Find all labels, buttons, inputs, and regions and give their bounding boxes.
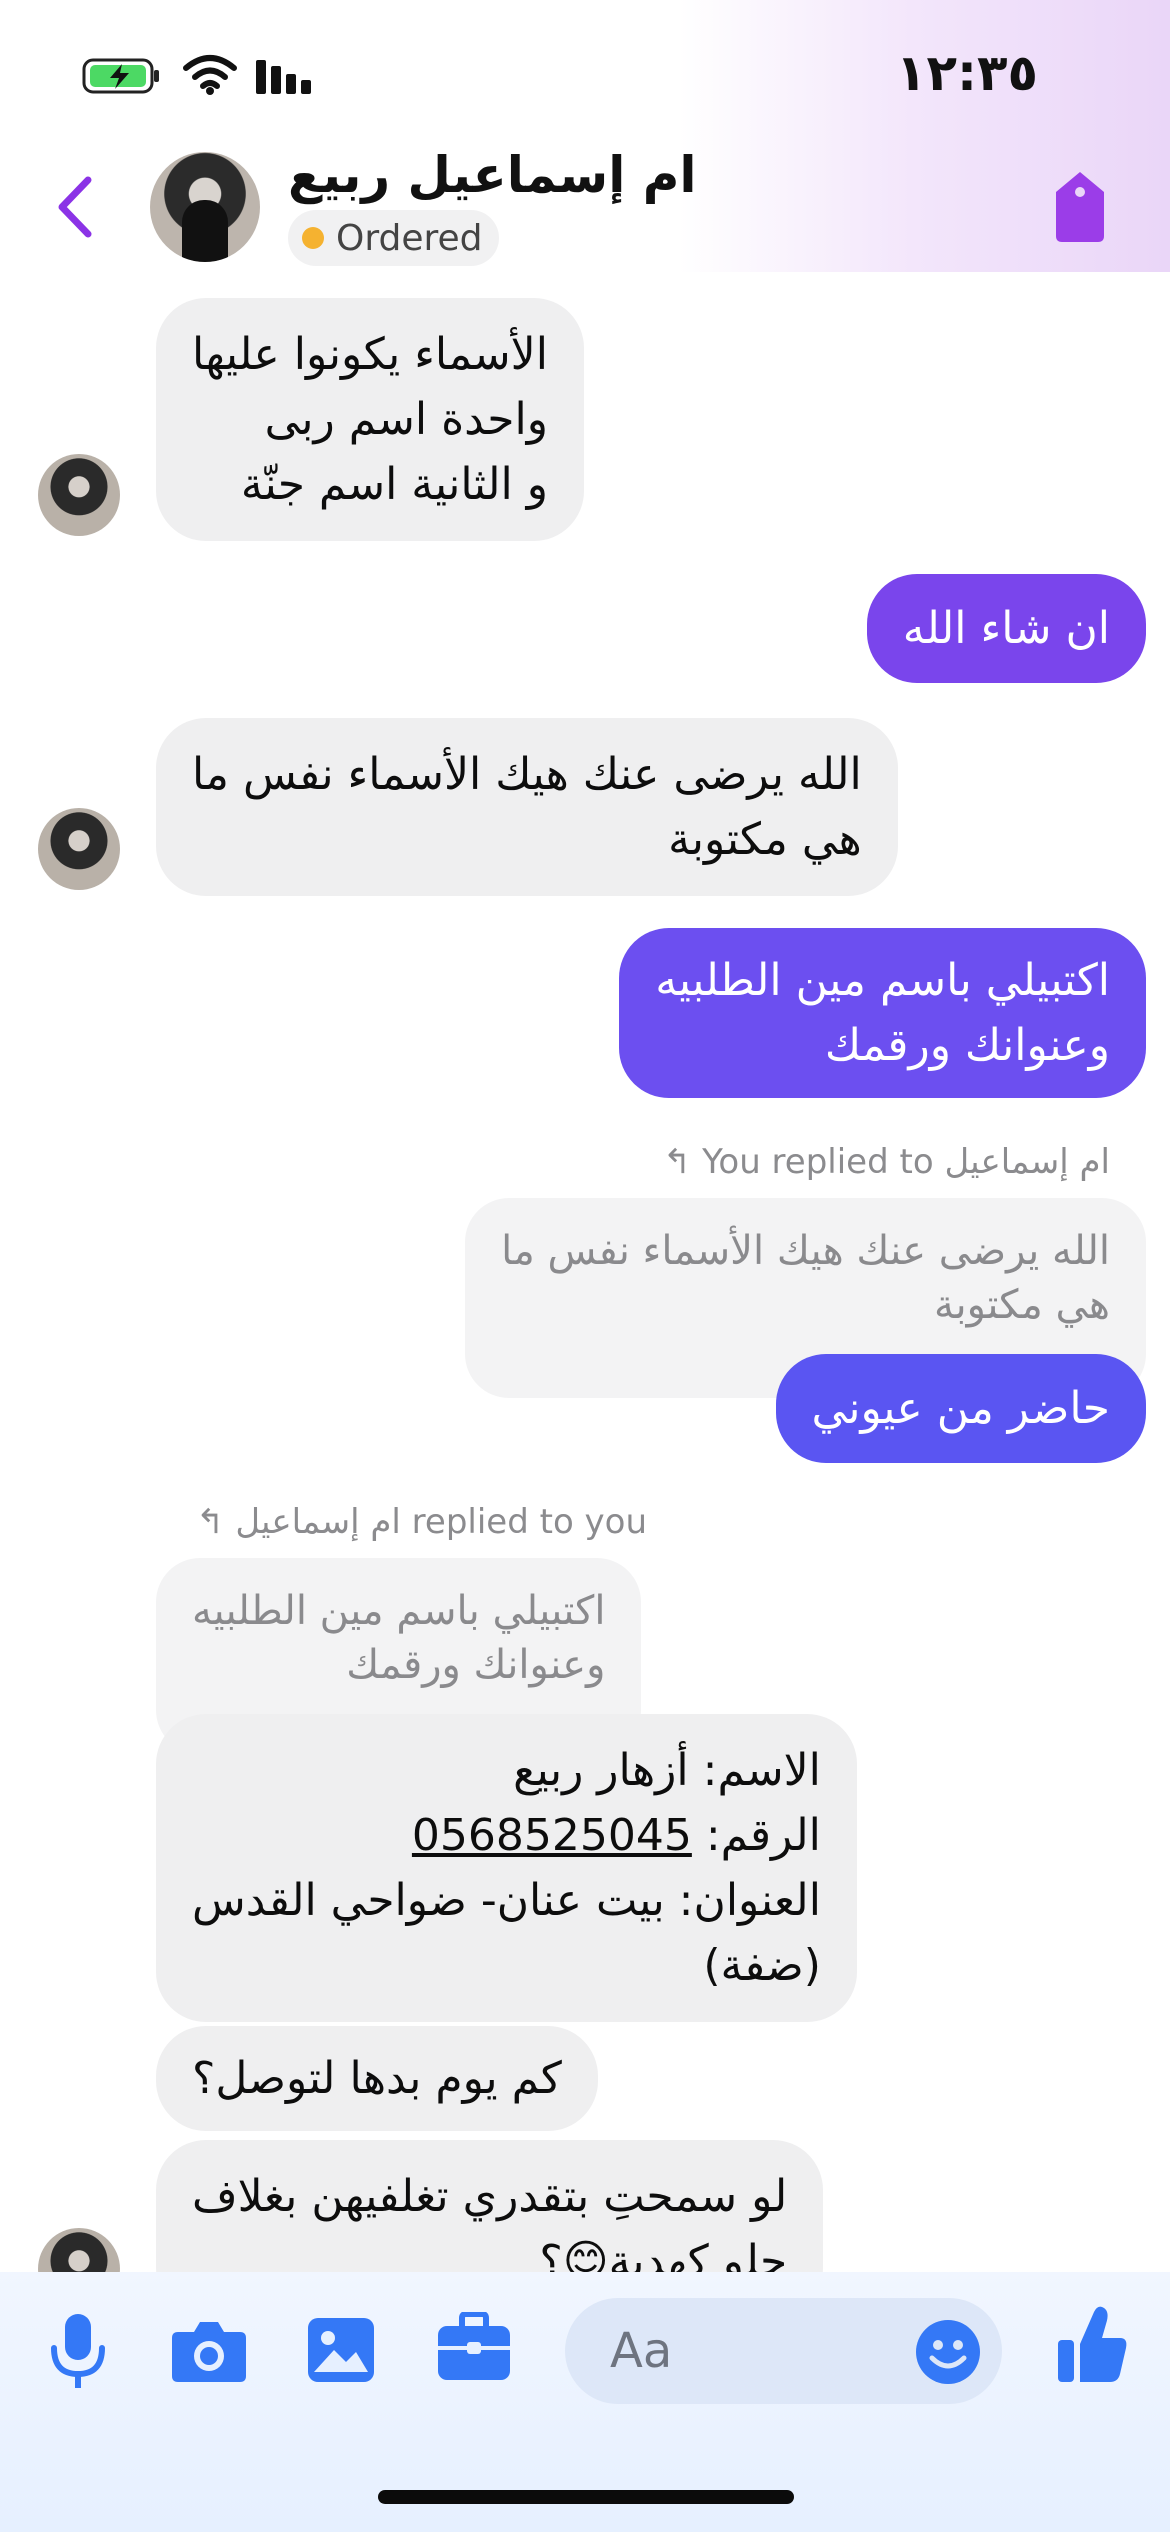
reply-indicator: ↰ You replied to ام إسماعيل <box>663 1142 1110 1182</box>
phone-number-link[interactable]: 0568525045 <box>412 1810 692 1861</box>
wifi-icon <box>183 55 237 95</box>
contact-avatar-small <box>38 808 120 890</box>
emoji-icon[interactable] <box>914 2318 982 2386</box>
phone-label: الرقم: <box>705 1810 821 1861</box>
microphone-icon[interactable] <box>48 2312 108 2392</box>
quote-line: اكتبيلي باسم مين الطلبيه <box>192 1588 606 1634</box>
battery-charging-icon <box>82 58 159 94</box>
quote-line: هي مكتوبة <box>934 1282 1110 1328</box>
message-line: ان شاء الله <box>902 603 1110 654</box>
message-line: الأسماء يكونوا عليها <box>192 329 548 380</box>
message-bubble-incoming[interactable]: الأسماء يكونوا عليها واحدة اسم ربى و الث… <box>156 298 584 541</box>
message-bubble-incoming[interactable]: الله يرضى عنك هيك الأسماء نفس ما هي مكتو… <box>156 718 898 896</box>
message-line: (ضفة) <box>703 1940 821 1991</box>
message-line-phone: الرقم: 0568525045 <box>192 1803 821 1868</box>
message-line: حاضر من عيوني <box>811 1383 1110 1434</box>
quote-line: وعنوانك ورقمك <box>346 1642 606 1688</box>
message-bubble-incoming[interactable]: كم يوم بدها لتوصل؟ <box>156 2026 598 2131</box>
thumbs-up-icon[interactable] <box>1056 2304 1128 2384</box>
message-line: الله يرضى عنك هيك الأسماء نفس ما <box>192 749 862 800</box>
status-time: ١٢:٣٥ <box>895 44 1038 102</box>
briefcase-icon[interactable] <box>436 2312 512 2382</box>
message-line: واحدة اسم ربى <box>264 394 548 445</box>
message-bubble-incoming[interactable]: الاسم: أزهار ربيع الرقم: 0568525045 العن… <box>156 1714 857 2022</box>
reply-meta-text: You replied to ام إسماعيل <box>702 1142 1110 1182</box>
message-line: كم يوم بدها لتوصل؟ <box>192 2053 562 2104</box>
message-line: هي مكتوبة <box>668 814 862 865</box>
message-line: لو سمحتِ بتقدري تغلفيهن بغلاف <box>192 2171 788 2222</box>
tag-icon[interactable] <box>1050 170 1110 244</box>
status-bar: ١٢:٣٥ <box>0 0 1170 140</box>
message-input-placeholder: Aa <box>610 2323 673 2379</box>
reply-arrow-icon: ↰ <box>196 1502 225 1542</box>
reply-arrow-icon: ↰ <box>662 1142 692 1182</box>
order-status-label: Ordered <box>336 217 483 259</box>
message-line: اكتبيلي باسم مين الطلبيه <box>655 955 1110 1006</box>
back-chevron-icon[interactable] <box>50 172 100 242</box>
message-line: الاسم: أزهار ربيع <box>513 1745 821 1796</box>
reply-meta-text: ام إسماعيل replied to you <box>235 1502 648 1542</box>
image-icon[interactable] <box>306 2316 376 2384</box>
message-bubble-outgoing[interactable]: ان شاء الله <box>866 574 1146 683</box>
camera-icon[interactable] <box>170 2318 248 2384</box>
contact-avatar[interactable] <box>150 152 260 262</box>
message-bubble-outgoing[interactable]: اكتبيلي باسم مين الطلبيه وعنوانك ورقمك <box>619 928 1146 1098</box>
message-line: وعنوانك ورقمك <box>824 1020 1110 1071</box>
reply-indicator: ↰ ام إسماعيل replied to you <box>196 1502 647 1542</box>
contact-name[interactable]: ام إسماعيل ربيع <box>288 146 697 204</box>
message-line: و الثانية اسم جنّة <box>240 459 548 510</box>
message-line: العنوان: بيت عنان- ضواحي القدس <box>192 1875 821 1926</box>
message-bubble-outgoing[interactable]: حاضر من عيوني <box>775 1354 1146 1463</box>
quote-line: الله يرضى عنك هيك الأسماء نفس ما <box>501 1228 1110 1274</box>
signal-icon <box>256 60 311 94</box>
order-status-badge[interactable]: Ordered <box>288 210 499 266</box>
contact-avatar-small <box>38 454 120 536</box>
status-dot <box>302 227 324 249</box>
home-indicator <box>378 2490 794 2504</box>
